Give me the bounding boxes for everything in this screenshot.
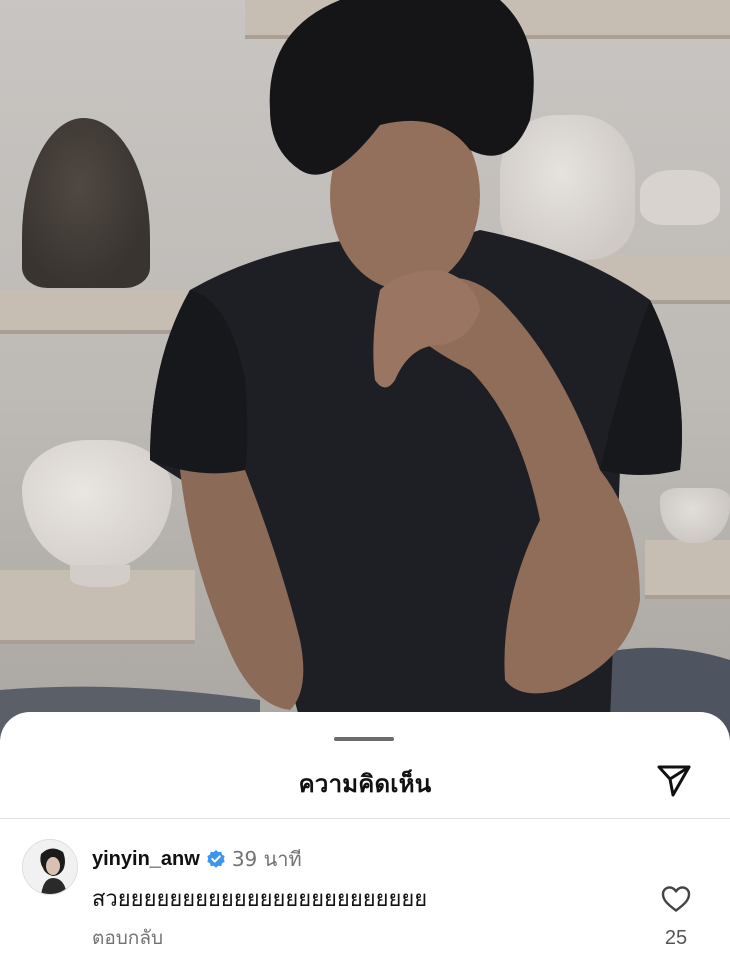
sheet-title: ความคิดเห็น (298, 770, 432, 798)
sheet-grabber[interactable] (334, 737, 394, 741)
verified-badge-icon (206, 849, 226, 869)
comments-sheet: ความคิดเห็น yinyin_anw 39 นาที สวยยยยยยย… (0, 712, 730, 963)
share-button[interactable] (650, 756, 698, 804)
like-count: 25 (664, 927, 688, 949)
heart-outline-icon (661, 886, 691, 912)
comment-text: สวยยยยยยยยยยยยยยยยยยยยยยยย (92, 887, 428, 912)
post-photo (0, 0, 730, 740)
person-figure (0, 0, 730, 740)
reply-button[interactable]: ตอบกลับ (92, 923, 163, 953)
paper-plane-icon (657, 765, 691, 797)
comment-timestamp: 39 นาที (231, 847, 302, 871)
username[interactable]: yinyin_anw (92, 848, 200, 871)
avatar[interactable] (22, 839, 78, 895)
avatar-image (23, 840, 77, 894)
comment-item: yinyin_anw 39 นาที สวยยยยยยยยยยยยยยยยยยย… (0, 819, 730, 963)
like-button[interactable] (656, 879, 696, 919)
comment-header: yinyin_anw 39 นาที (92, 843, 302, 875)
